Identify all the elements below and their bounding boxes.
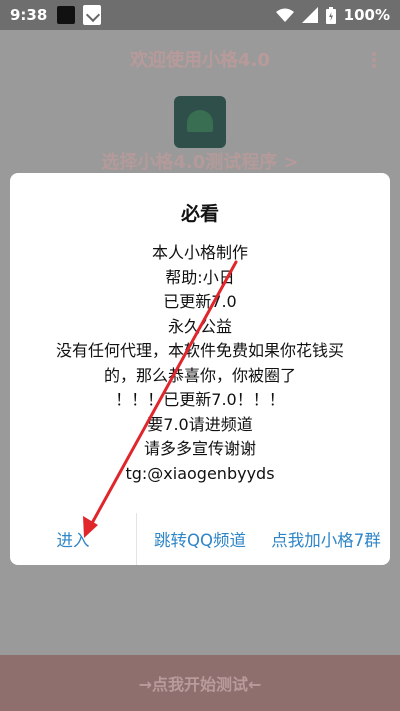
dialog-line: 永久公益 — [167, 316, 232, 336]
dialog-line: 请多多宣传谢谢 — [143, 439, 256, 458]
dialog-line: 要7.0请进频道 — [147, 414, 253, 434]
dialog-title: 必看 — [180, 203, 219, 225]
dialog-line: 没有任何代理，本软件免费如果你花钱买 — [55, 341, 344, 360]
status-right: 100% — [275, 6, 390, 24]
wifi-icon — [275, 8, 294, 22]
dialog-line: 已更新7.0 — [163, 292, 237, 311]
android-robot-icon — [187, 110, 213, 132]
dialog-line: tg:@xiaogenbyyds — [125, 463, 275, 483]
add-group-button[interactable]: 点我加小格7群 — [263, 527, 389, 551]
signal-icon — [301, 7, 318, 23]
overflow-menu-icon[interactable]: ⋮ — [364, 48, 384, 72]
qq-channel-button[interactable]: 跳转QQ频道 — [137, 527, 263, 551]
app-title: 欢迎使用小格4.0 — [130, 50, 270, 71]
dialog-line: 本人小格制作 — [151, 243, 248, 262]
dialog-line: ！！！已更新7.0！！！ — [115, 390, 285, 409]
dialog-line: 的，那么恭喜你，你被圈了 — [103, 365, 296, 385]
status-bar: 9:38 100% — [0, 0, 400, 30]
dialog-line: 帮助:小日 — [165, 267, 235, 287]
enter-button[interactable]: 进入 — [10, 527, 136, 551]
notice-dialog: 必看 本人小格制作 帮助:小日 已更新7.0 永久公益 没有任何代理，本软件免费… — [10, 173, 390, 565]
start-test-button[interactable]: →点我开始测试← — [0, 655, 400, 711]
app-store-icon — [83, 5, 102, 25]
app-logo — [174, 96, 226, 148]
notification-icon — [57, 6, 76, 24]
battery-icon — [325, 6, 336, 24]
dialog-buttons: 进入 跳转QQ频道 点我加小格7群 — [10, 513, 390, 565]
battery-percent: 100% — [343, 6, 390, 24]
dialog-message: 本人小格制作 帮助:小日 已更新7.0 永久公益 没有任何代理，本软件免费如果你… — [20, 241, 380, 486]
status-time: 9:38 — [10, 6, 48, 24]
